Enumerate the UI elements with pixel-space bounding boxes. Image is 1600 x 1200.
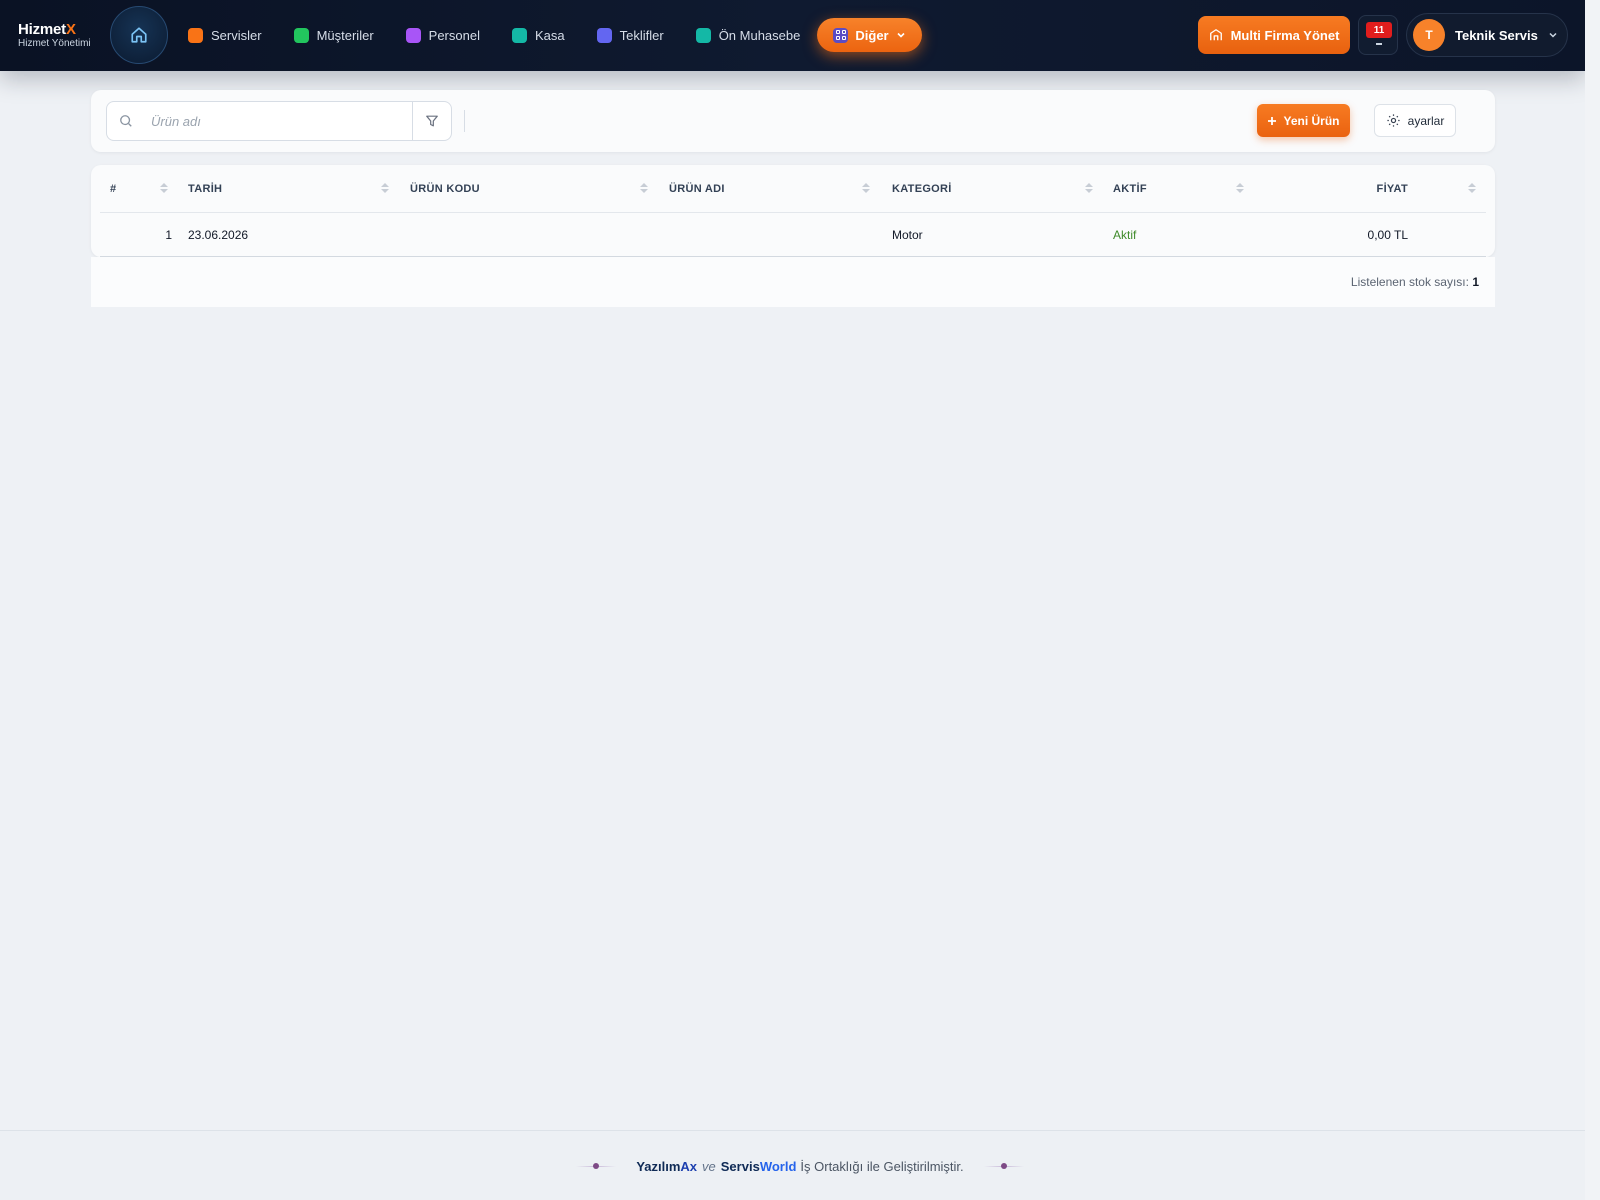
settings-button[interactable]: ayarlar bbox=[1374, 104, 1456, 137]
chevron-down-icon bbox=[1548, 30, 1558, 40]
filter-icon bbox=[426, 115, 438, 127]
table-header: # TARİH ÜRÜN KODU ÜRÜN ADI KATEGORİ AKTİ… bbox=[100, 165, 1486, 213]
table-summary: Listelenen stok sayısı: 1 bbox=[91, 257, 1495, 307]
nav-dot-icon bbox=[188, 28, 203, 43]
sort-icon[interactable] bbox=[1085, 183, 1093, 195]
user-menu-button[interactable]: T Teknik Servis bbox=[1406, 13, 1568, 57]
footer-brand-yazilimax[interactable]: YazılımAx bbox=[636, 1159, 697, 1174]
table-row[interactable]: 1 23.06.2026 Motor Aktif 0,00 TL bbox=[100, 213, 1486, 257]
nav-item-label: Kasa bbox=[534, 28, 565, 43]
cell-category: Motor bbox=[892, 228, 923, 242]
sort-icon[interactable] bbox=[381, 183, 389, 195]
nav-dot-icon bbox=[511, 28, 527, 43]
stock-count: Listelenen stok sayısı: 1 bbox=[1350, 275, 1479, 289]
home-button[interactable] bbox=[110, 6, 168, 64]
column-header-category[interactable]: KATEGORİ bbox=[892, 165, 952, 213]
search-input[interactable] bbox=[151, 110, 401, 132]
user-name: Teknik Servis bbox=[1455, 27, 1538, 43]
column-header-price[interactable]: FİYAT bbox=[1300, 165, 1408, 213]
multi-company-button[interactable]: Multi Firma Yönet bbox=[1198, 16, 1350, 54]
sort-icon[interactable] bbox=[862, 183, 870, 195]
sort-icon[interactable] bbox=[1468, 183, 1476, 195]
search-icon bbox=[119, 114, 133, 133]
brand-name: HizmetX bbox=[18, 21, 76, 38]
notifications-button[interactable]: 11 bbox=[1358, 15, 1398, 55]
home-icon bbox=[131, 27, 147, 43]
bell-icon bbox=[1376, 43, 1382, 45]
main-nav: Servisler Müşteriler Personel Kasa Tekli… bbox=[188, 0, 832, 71]
building-icon bbox=[1209, 29, 1222, 41]
brand-logo[interactable]: HizmetX Hizmet Yönetimi bbox=[18, 22, 91, 49]
nav-item-kasa[interactable]: Kasa bbox=[511, 28, 565, 43]
top-navbar: HizmetX Hizmet Yönetimi Servisler Müşter… bbox=[0, 0, 1585, 71]
more-menu-button[interactable]: Diğer bbox=[817, 18, 922, 52]
products-table: # TARİH ÜRÜN KODU ÜRÜN ADI KATEGORİ AKTİ… bbox=[91, 165, 1495, 257]
nav-dot-icon bbox=[293, 28, 309, 43]
nav-item-label: Personel bbox=[428, 28, 480, 43]
new-product-button[interactable]: Yeni Ürün bbox=[1257, 104, 1350, 137]
footer-credit: YazılımAx ve ServisWorld İş Ortaklığı ile G… bbox=[636, 1158, 964, 1174]
footer-brand-servisworld[interactable]: ServisWorld bbox=[721, 1159, 797, 1174]
cell-date: 23.06.2026 bbox=[188, 228, 249, 242]
decorative-line-icon bbox=[983, 1162, 1024, 1170]
scrollbar-track[interactable] bbox=[1585, 0, 1600, 1200]
sort-icon[interactable] bbox=[160, 183, 168, 195]
sort-icon[interactable] bbox=[1236, 183, 1244, 195]
brand-subtitle: Hizmet Yönetimi bbox=[18, 38, 91, 49]
plus-icon bbox=[1268, 116, 1277, 125]
cell-active-status: Aktif bbox=[1113, 228, 1137, 242]
column-header-date[interactable]: TARİH bbox=[188, 165, 222, 213]
nav-item-label: Ön Muhasebe bbox=[718, 28, 801, 43]
filter-button[interactable] bbox=[413, 102, 451, 140]
nav-dot-icon bbox=[695, 28, 711, 43]
cell-price: 0,00 TL bbox=[1367, 228, 1408, 242]
column-header-no[interactable]: # bbox=[110, 165, 116, 213]
nav-dot-icon bbox=[405, 28, 421, 43]
notification-badge: 11 bbox=[1366, 22, 1392, 38]
column-header-active[interactable]: AKTİF bbox=[1113, 165, 1147, 213]
avatar: T bbox=[1413, 19, 1445, 51]
column-header-name[interactable]: ÜRÜN ADI bbox=[669, 165, 725, 213]
page-footer: YazılımAx ve ServisWorld İş Ortaklığı ile G… bbox=[0, 1130, 1600, 1200]
nav-dot-icon bbox=[596, 28, 612, 43]
nav-item-musteriler[interactable]: Müşteriler bbox=[293, 28, 374, 43]
chevron-down-icon bbox=[897, 32, 905, 38]
gear-icon bbox=[1387, 114, 1400, 127]
settings-label: ayarlar bbox=[1407, 113, 1445, 128]
toolbar-card: Yeni Ürün ayarlar bbox=[91, 90, 1495, 152]
nav-item-label: Servisler bbox=[211, 28, 262, 43]
column-header-code[interactable]: ÜRÜN KODU bbox=[410, 165, 480, 213]
decorative-line-icon bbox=[576, 1162, 617, 1170]
more-menu-label: Diğer bbox=[855, 27, 889, 43]
nav-item-label: Müşteriler bbox=[316, 28, 374, 43]
nav-item-teklifler[interactable]: Teklifler bbox=[596, 28, 664, 43]
nav-item-servisler[interactable]: Servisler bbox=[188, 28, 262, 43]
cell-no: 1 bbox=[165, 228, 172, 242]
new-product-label: Yeni Ürün bbox=[1283, 113, 1340, 128]
sort-icon[interactable] bbox=[640, 183, 648, 195]
nav-item-personel[interactable]: Personel bbox=[405, 28, 480, 43]
toolbar-divider bbox=[464, 110, 465, 132]
multi-company-label: Multi Firma Yönet bbox=[1230, 27, 1340, 43]
nav-item-on-muhasebe[interactable]: Ön Muhasebe bbox=[695, 28, 801, 43]
search-box bbox=[106, 101, 452, 141]
nav-item-label: Teklifler bbox=[619, 28, 664, 43]
grid-icon bbox=[833, 27, 849, 43]
